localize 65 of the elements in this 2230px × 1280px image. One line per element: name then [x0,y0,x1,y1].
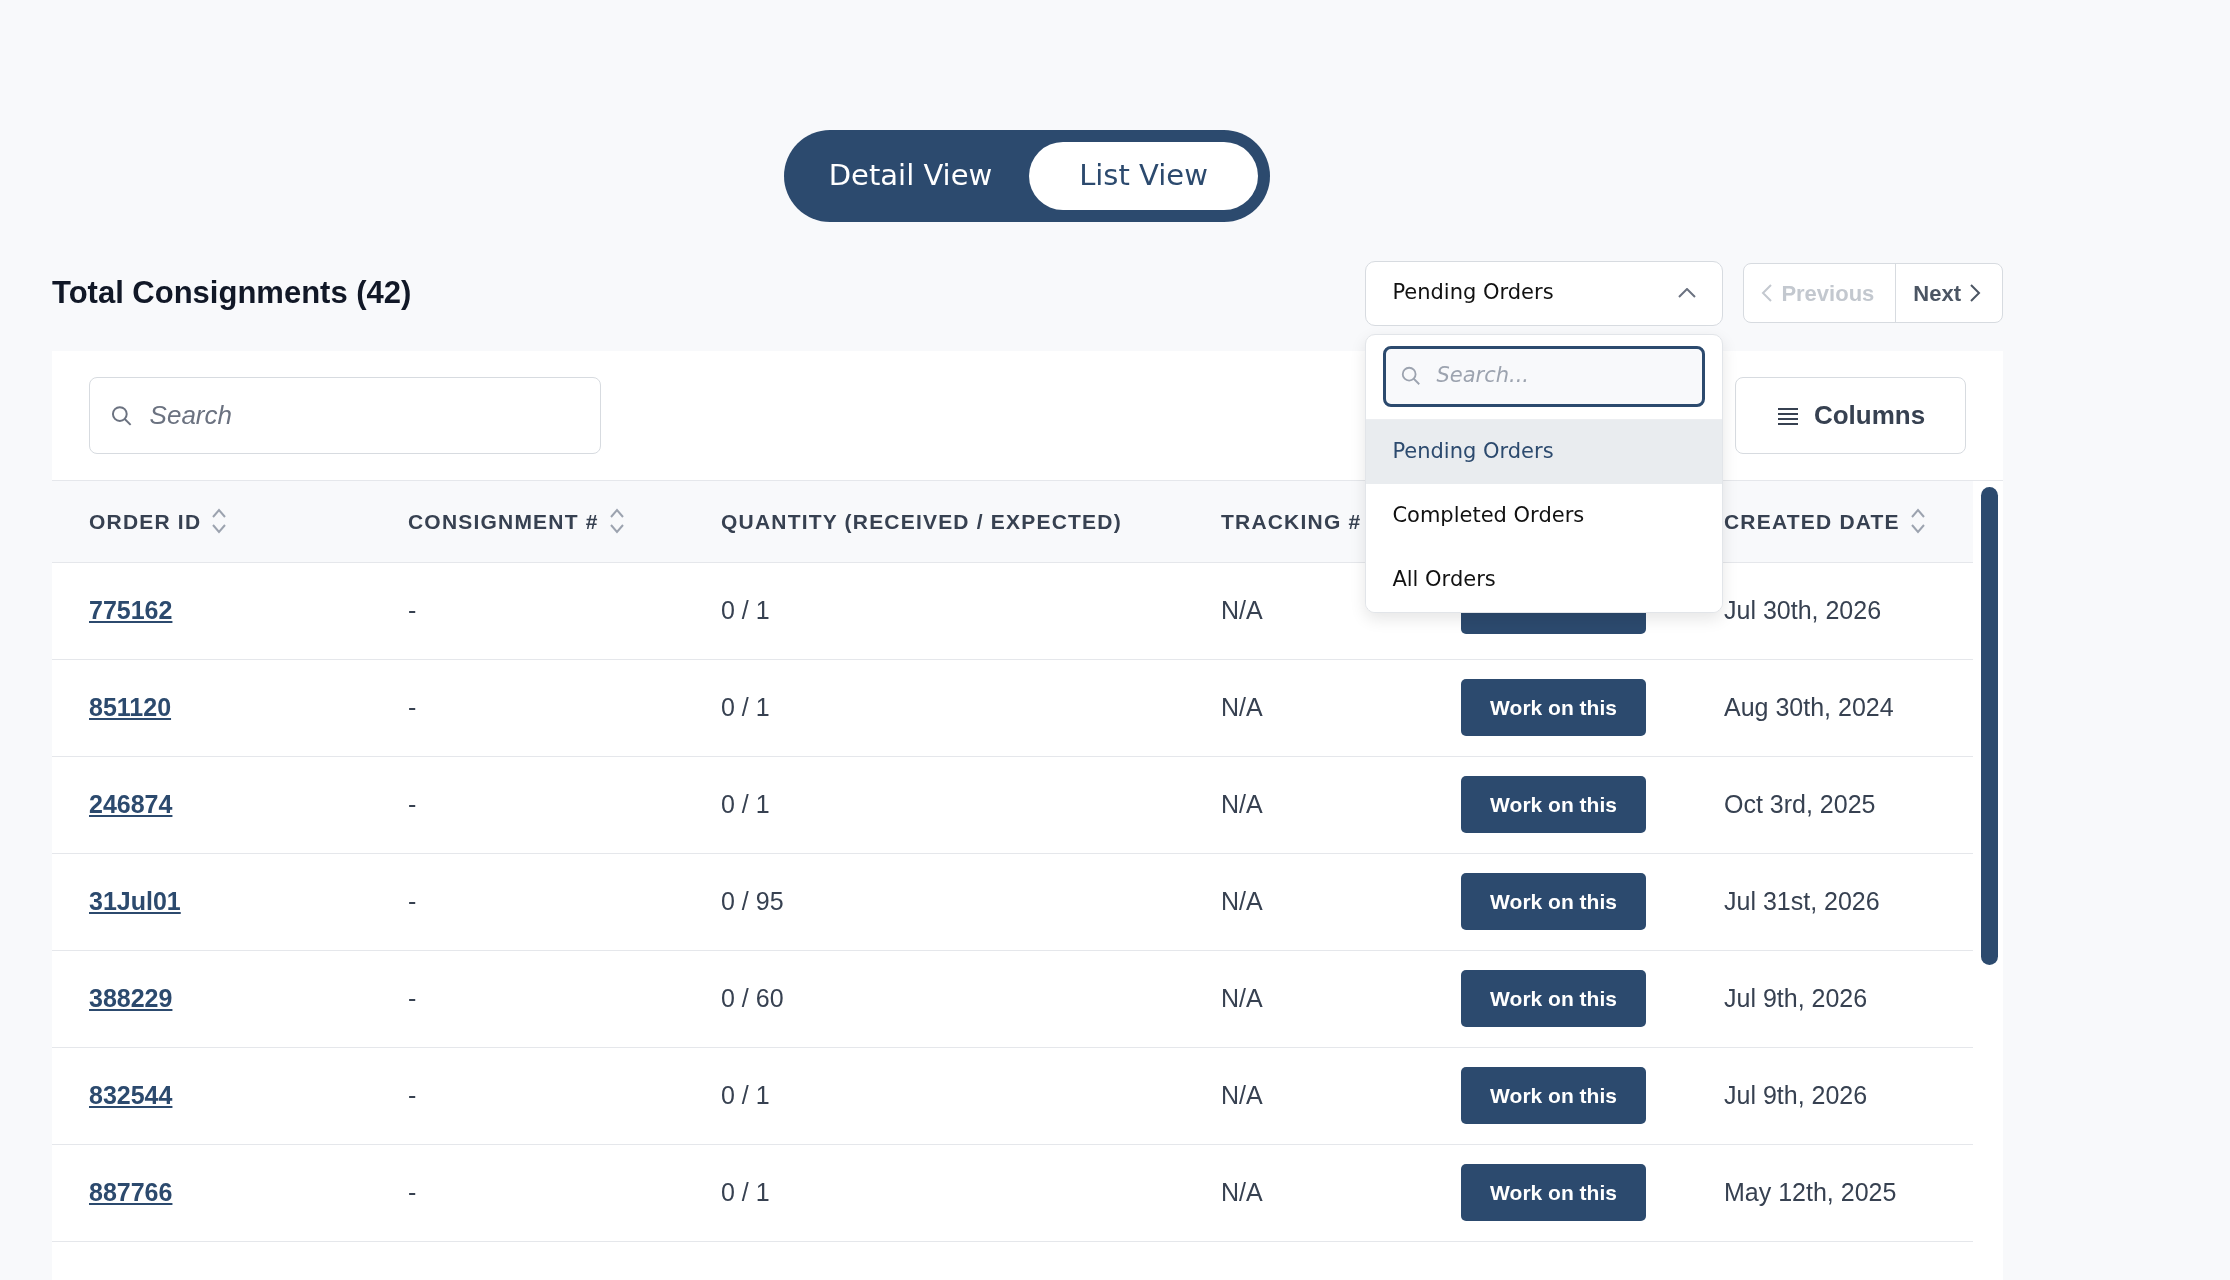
table-cell: N/A [1221,692,1263,721]
work-button[interactable]: Work on this [1461,679,1646,736]
sort-icon [211,508,228,535]
table-cell: N/A [1221,1177,1263,1206]
table-cell: 0 / 60 [721,983,784,1012]
table-cell: - [408,983,417,1012]
next-button[interactable]: Next [1895,264,2002,322]
sort-icon [608,508,625,535]
filter-dropdown[interactable]: Pending Orders [1365,260,1724,326]
order-link[interactable]: 388229 [89,983,173,1012]
table-cell: 0 / 1 [721,1080,770,1109]
lines-icon [1775,406,1800,425]
table-cell: N/A [1221,1080,1263,1109]
search-icon [110,403,134,428]
view-tab[interactable]: Detail View [796,142,1025,210]
chevron-icon [1761,283,1774,303]
columns-button[interactable]: Columns [1735,377,1966,454]
work-button[interactable]: Work on this [1461,776,1646,833]
table-cell: May 12th, 2025 [1724,1177,1897,1206]
sort-icon [1909,508,1926,535]
table-cell: 0 / 1 [721,789,770,818]
view-tab[interactable]: List View [1029,142,1258,210]
table-cell: Jul 9th, 2026 [1724,1080,1868,1109]
table-cell: - [408,595,417,624]
table-cell: 0 / 1 [721,595,770,624]
table-cell: N/A [1221,789,1263,818]
chevron-icon [1969,283,1981,303]
order-link[interactable]: 832544 [89,1080,173,1109]
menu-search-field[interactable]: Search... [1383,345,1706,407]
table-cell: - [408,1080,417,1109]
order-link[interactable]: 887766 [89,1177,173,1206]
table-cell: Oct 3rd, 2025 [1724,789,1876,818]
table-cell: - [408,1177,417,1206]
search-field[interactable]: Search [89,377,601,454]
page-title: Total Consignments (42) [52,274,412,312]
table-cell: - [408,789,417,818]
menu-item[interactable]: Pending Orders [1366,419,1723,484]
search-icon [1400,365,1423,387]
table-cell: N/A [1221,886,1263,915]
column-header: TRACKING # [1221,508,1362,535]
work-button[interactable]: Work on this [1461,1164,1646,1221]
table-cell: Jul 9th, 2026 [1724,983,1868,1012]
table-cell: 0 / 1 [721,1177,770,1206]
table-cell: 0 / 1 [721,692,770,721]
table-cell: 0 / 95 [721,886,784,915]
table-cell: Jul 30th, 2026 [1724,595,1882,624]
work-button[interactable]: Work on this [1461,1067,1646,1124]
table-cell: Jul 31st, 2026 [1724,886,1880,915]
work-button[interactable]: Work on this [1461,873,1646,930]
table-cell: Aug 30th, 2024 [1724,692,1894,721]
menu-item[interactable]: Completed Orders [1366,483,1723,548]
work-button[interactable]: Work on this [1461,970,1646,1027]
table-cell: - [408,692,417,721]
menu-search-input[interactable]: Search... [1434,359,1675,393]
scrollbar[interactable] [1981,487,1998,965]
order-link[interactable]: 775162 [89,595,173,624]
order-link[interactable]: 31Jul01 [89,886,181,915]
column-header[interactable]: ORDER ID [89,505,228,537]
order-link[interactable]: 246874 [89,789,173,818]
column-header: QUANTITY (RECEIVED / EXPECTED) [721,508,1122,535]
menu-item[interactable]: All Orders [1366,547,1723,612]
table-cell: N/A [1221,983,1263,1012]
table-cell: N/A [1221,595,1263,624]
order-link[interactable]: 851120 [89,692,172,721]
table-cell: - [408,886,417,915]
